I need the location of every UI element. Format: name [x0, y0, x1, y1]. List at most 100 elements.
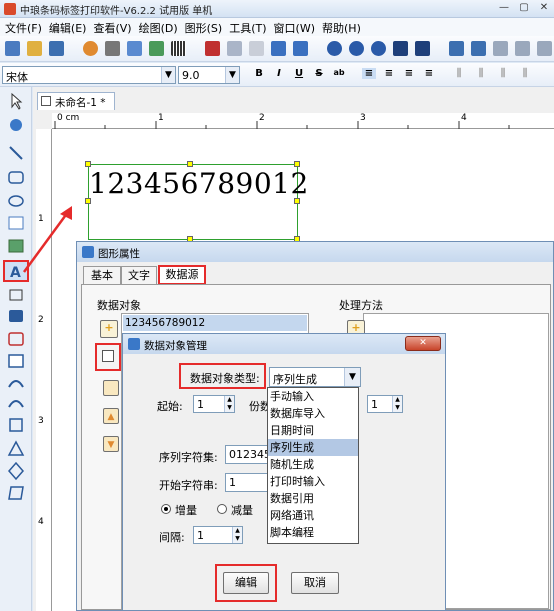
edit-button[interactable]: 编辑	[223, 572, 269, 594]
decrement-label: 减量	[231, 504, 253, 517]
move-down-icon[interactable]: ▼	[103, 436, 119, 452]
align-left-icon[interactable]: ≡	[362, 68, 376, 79]
copies-input[interactable]: 1 ▲ ▼	[367, 395, 403, 413]
superscript-icon[interactable]: ab	[332, 68, 346, 77]
menu-view[interactable]: 查看(V)	[91, 18, 136, 36]
line-spacing-icon[interactable]: ⫼	[496, 68, 510, 79]
tab-datasource[interactable]: 数据源	[158, 265, 206, 285]
type-dropdown-list[interactable]: 手动输入 数据库导入 日期时间 序列生成 随机生成 打印时输入 数据引用 网络通…	[267, 387, 359, 544]
start-value: 1	[197, 398, 204, 411]
justify-icon[interactable]: ≡	[422, 68, 436, 79]
lock-icon[interactable]	[537, 41, 552, 56]
settings-icon[interactable]	[83, 41, 98, 56]
cut-icon[interactable]	[205, 41, 220, 56]
font-family-value: 宋体	[6, 71, 28, 84]
open-icon[interactable]	[27, 41, 42, 56]
grid-icon[interactable]	[171, 41, 186, 56]
list-item[interactable]: 123456789012	[123, 315, 307, 331]
resize-handle[interactable]	[294, 161, 300, 167]
dropdown-option[interactable]: 网络通讯	[268, 507, 358, 524]
ruler-ticks	[54, 121, 510, 129]
increment-radio[interactable]	[161, 504, 171, 514]
dropdown-option[interactable]: 脚本编程	[268, 524, 358, 541]
charset-label: 序列字符集:	[159, 451, 218, 464]
menu-draw[interactable]: 绘图(D)	[137, 18, 183, 36]
menu-shape[interactable]: 图形(S)	[183, 18, 228, 36]
dropdown-option-selected[interactable]: 序列生成	[268, 439, 358, 456]
actual-size-icon[interactable]	[415, 41, 430, 56]
start-string-input[interactable]: 1	[225, 473, 269, 492]
dropdown-option[interactable]: 打印时输入	[268, 473, 358, 490]
dropdown-option[interactable]: 随机生成	[268, 456, 358, 473]
spinner-icon[interactable]: ▲ ▼	[392, 396, 402, 412]
indent-icon[interactable]: ⫼	[452, 68, 466, 79]
start-input[interactable]: 1 ▲ ▼	[193, 395, 235, 413]
maximize-icon[interactable]: ▢	[514, 0, 534, 16]
zoom-icon[interactable]	[371, 41, 386, 56]
group-icon[interactable]	[471, 41, 486, 56]
spinner-icon[interactable]: ▲ ▼	[232, 527, 242, 543]
zoom-out-icon[interactable]	[349, 41, 364, 56]
edit-data-icon[interactable]	[95, 343, 121, 371]
increment-label: 增量	[175, 504, 197, 517]
tab-basic[interactable]: 基本	[83, 266, 121, 284]
selected-text-object[interactable]: 123456789012	[88, 164, 308, 240]
menu-file[interactable]: 文件(F)	[3, 18, 47, 36]
outdent-icon[interactable]: ⫼	[474, 68, 488, 79]
italic-button[interactable]: I	[272, 68, 286, 79]
document-icon	[41, 96, 51, 106]
resize-handle[interactable]	[85, 198, 91, 204]
type-select[interactable]: 序列生成 ▼	[269, 367, 361, 387]
save-icon[interactable]	[49, 41, 64, 56]
bold-button[interactable]: B	[252, 68, 266, 79]
dialog-title: 图形属性	[98, 248, 140, 260]
ruler-label: 0 cm	[57, 113, 80, 123]
document-tab-label: 未命名-1 *	[55, 97, 106, 109]
dropdown-option[interactable]: 手动输入	[268, 388, 358, 405]
paste-icon[interactable]	[249, 41, 264, 56]
export-icon[interactable]	[149, 41, 164, 56]
zoom-in-icon[interactable]	[327, 41, 342, 56]
redo-icon[interactable]	[293, 41, 308, 56]
font-size-select[interactable]: 9.0 ▼	[178, 66, 240, 84]
dropdown-option[interactable]: 数据引用	[268, 490, 358, 507]
minimize-icon[interactable]: —	[494, 0, 514, 16]
decrement-radio[interactable]	[217, 504, 227, 514]
menu-edit[interactable]: 编辑(E)	[47, 18, 92, 36]
ruler-label: 3	[360, 113, 366, 123]
close-icon[interactable]: ✕	[405, 336, 441, 351]
move-up-icon[interactable]: ▲	[103, 408, 119, 424]
resize-handle[interactable]	[187, 161, 193, 167]
align-center-icon[interactable]: ≡	[382, 68, 396, 79]
layer-icon[interactable]	[515, 41, 530, 56]
menu-window[interactable]: 窗口(W)	[272, 18, 320, 36]
cancel-button[interactable]: 取消	[291, 572, 339, 594]
undo-icon[interactable]	[271, 41, 286, 56]
order-icon[interactable]	[493, 41, 508, 56]
char-spacing-icon[interactable]: ⫼	[518, 68, 532, 79]
dropdown-option[interactable]: 数据库导入	[268, 405, 358, 422]
resize-handle[interactable]	[85, 161, 91, 167]
fit-page-icon[interactable]	[393, 41, 408, 56]
align-icon[interactable]	[449, 41, 464, 56]
charset-input[interactable]: 0123456	[225, 445, 269, 464]
document-tab[interactable]: 未命名-1 *	[37, 92, 115, 110]
underline-button[interactable]: U	[292, 68, 306, 79]
menu-help[interactable]: 帮助(H)	[320, 18, 366, 36]
dropdown-option[interactable]: 日期时间	[268, 422, 358, 439]
resize-handle[interactable]	[294, 198, 300, 204]
spinner-icon[interactable]: ▲ ▼	[224, 396, 234, 412]
tab-text[interactable]: 文字	[121, 266, 157, 284]
new-icon[interactable]	[5, 41, 20, 56]
font-family-select[interactable]: 宋体 ▼	[2, 66, 176, 84]
print-icon[interactable]	[105, 41, 120, 56]
remove-icon[interactable]	[103, 380, 119, 396]
copy-icon[interactable]	[227, 41, 242, 56]
add-icon[interactable]: +	[100, 320, 118, 338]
align-right-icon[interactable]: ≡	[402, 68, 416, 79]
interval-input[interactable]: 1 ▲ ▼	[193, 526, 243, 544]
database-icon[interactable]	[127, 41, 142, 56]
menu-tools[interactable]: 工具(T)	[227, 18, 271, 36]
close-icon[interactable]: ✕	[534, 0, 554, 16]
strikethrough-button[interactable]: S	[312, 68, 326, 79]
